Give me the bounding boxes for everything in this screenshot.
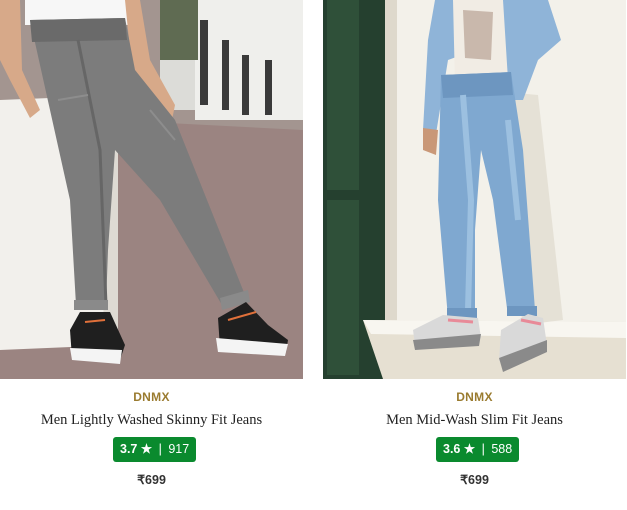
star-icon: ★ (463, 442, 476, 456)
product-card[interactable]: DNMX Men Lightly Washed Skinny Fit Jeans… (0, 0, 303, 510)
product-title[interactable]: Men Lightly Washed Skinny Fit Jeans (0, 412, 303, 429)
product-price: ₹699 (460, 473, 489, 487)
product-title[interactable]: Men Mid-Wash Slim Fit Jeans (323, 412, 626, 429)
star-icon: ★ (140, 442, 153, 456)
rating-count: 917 (168, 442, 190, 456)
product-image[interactable] (0, 0, 303, 379)
rating-separator: | (158, 442, 162, 456)
product-brand: DNMX (133, 390, 170, 404)
rating-separator: | (481, 442, 485, 456)
product-card[interactable]: DNMX Men Mid-Wash Slim Fit Jeans 3.6 ★ |… (323, 0, 626, 510)
rating-badge: 3.7 ★ | 917 (113, 437, 197, 462)
product-image[interactable] (323, 0, 626, 379)
rating-badge: 3.6 ★ | 588 (436, 437, 520, 462)
rating-value: 3.6 (443, 442, 461, 456)
product-brand: DNMX (456, 390, 493, 404)
product-price: ₹699 (137, 473, 166, 487)
rating-value: 3.7 (120, 442, 138, 456)
rating-count: 588 (491, 442, 513, 456)
